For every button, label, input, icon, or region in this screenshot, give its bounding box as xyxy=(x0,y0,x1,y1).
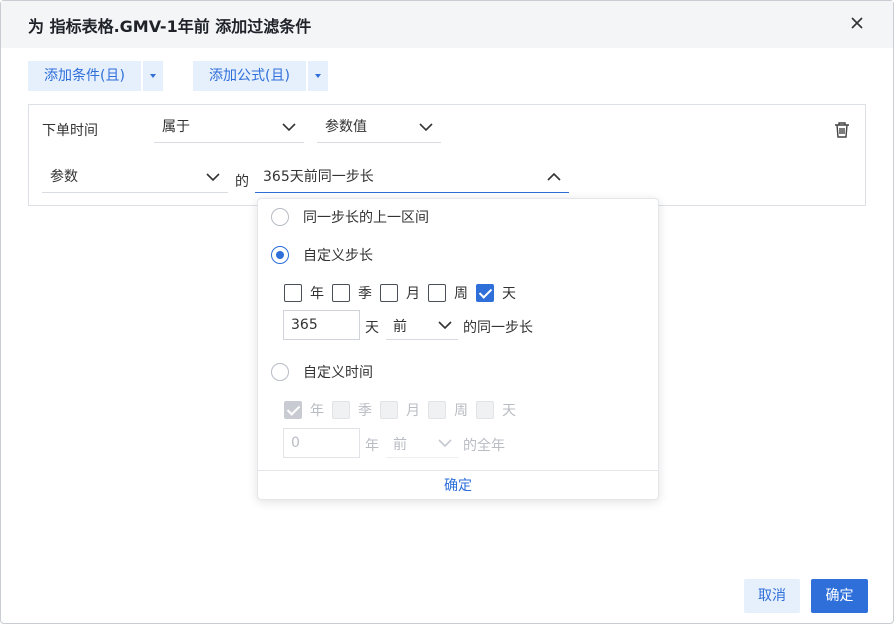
delete-icon[interactable] xyxy=(833,121,851,139)
radio-prev-interval[interactable]: 同一步长的上一区间 xyxy=(271,207,429,227)
param-select[interactable]: 参数 xyxy=(42,163,228,193)
step-unit-text: 天 xyxy=(365,320,379,336)
step-direction-select[interactable]: 前 xyxy=(386,310,458,340)
radio-label: 自定义步长 xyxy=(303,248,373,264)
add-condition-button[interactable]: 添加条件(且) xyxy=(28,61,141,91)
radio-label: 自定义时间 xyxy=(303,365,373,381)
checkbox-label: 年 xyxy=(310,403,324,419)
value-type-select[interactable]: 参数值 xyxy=(317,113,441,143)
step-suffix-text: 的同一步长 xyxy=(463,320,533,336)
checkbox-day[interactable] xyxy=(476,284,494,302)
checkbox-month-disabled xyxy=(380,401,398,419)
checkbox-year[interactable] xyxy=(284,284,302,302)
popup-confirm-button[interactable]: 确定 xyxy=(258,470,658,500)
operator-value: 属于 xyxy=(162,119,190,135)
chevron-down-icon xyxy=(438,321,452,330)
filter-dialog: 为 指标表格.GMV-1年前 添加过滤条件 添加条件(且) 添加公式(且) 下单… xyxy=(0,0,894,624)
add-condition-button-group: 添加条件(且) xyxy=(28,61,163,91)
checkbox-label: 周 xyxy=(454,403,468,419)
radio-button[interactable] xyxy=(271,363,289,381)
checkbox-label: 季 xyxy=(358,286,372,302)
step-value-input[interactable]: 365 xyxy=(283,310,360,340)
checkbox-month[interactable] xyxy=(380,284,398,302)
param-value-select[interactable]: 365天前同一步长 xyxy=(255,163,569,193)
checkbox-label: 月 xyxy=(406,286,420,302)
checkbox-label: 年 xyxy=(310,286,324,302)
radio-button[interactable] xyxy=(271,208,289,226)
time-direction-value: 前 xyxy=(393,437,407,453)
add-formula-button-group: 添加公式(且) xyxy=(193,61,328,91)
checkbox-week-disabled xyxy=(428,401,446,419)
checkbox-quarter-disabled xyxy=(332,401,350,419)
radio-custom-step[interactable]: 自定义步长 xyxy=(271,245,373,265)
chevron-up-icon xyxy=(547,172,561,181)
checkbox-week[interactable] xyxy=(428,284,446,302)
param-value-popup: 同一步长的上一区间 自定义步长 年 季 月 周 天 365 天 前 的同一步长 … xyxy=(257,198,659,500)
add-condition-dropdown-icon[interactable] xyxy=(142,61,163,91)
chevron-down-icon xyxy=(419,123,433,132)
time-value-input: 0 xyxy=(283,428,360,458)
param-select-value: 参数 xyxy=(50,169,78,185)
checkbox-label: 季 xyxy=(358,403,372,419)
checkbox-quarter[interactable] xyxy=(332,284,350,302)
checkbox-day-disabled xyxy=(476,401,494,419)
ok-button[interactable]: 确定 xyxy=(811,579,868,613)
checkbox-label: 天 xyxy=(502,403,516,419)
param-value: 365天前同一步长 xyxy=(263,169,374,185)
value-type-value: 参数值 xyxy=(325,119,367,135)
operator-select[interactable]: 属于 xyxy=(154,113,304,143)
radio-label: 同一步长的上一区间 xyxy=(303,210,429,226)
field-label: 下单时间 xyxy=(42,123,98,139)
time-unit-text: 年 xyxy=(365,438,379,454)
cancel-button[interactable]: 取消 xyxy=(744,579,800,613)
checkbox-label: 天 xyxy=(502,286,516,302)
of-text: 的 xyxy=(235,174,249,190)
radio-custom-time[interactable]: 自定义时间 xyxy=(271,362,373,382)
step-direction-value: 前 xyxy=(393,319,407,335)
time-unit-checkboxes: 年 季 月 周 天 xyxy=(284,400,524,420)
checkbox-label: 周 xyxy=(454,286,468,302)
time-direction-select: 前 xyxy=(386,428,458,458)
checkbox-year-disabled xyxy=(284,401,302,419)
dialog-header: 为 指标表格.GMV-1年前 添加过滤条件 xyxy=(1,1,893,48)
chevron-down-icon xyxy=(438,439,452,448)
time-suffix-text: 的全年 xyxy=(463,438,505,454)
chevron-down-icon xyxy=(282,123,296,132)
radio-button[interactable] xyxy=(271,246,289,264)
add-formula-button[interactable]: 添加公式(且) xyxy=(193,61,306,91)
step-unit-checkboxes: 年 季 月 周 天 xyxy=(284,283,524,303)
close-icon[interactable] xyxy=(847,13,867,33)
checkbox-label: 月 xyxy=(406,403,420,419)
dialog-title: 为 指标表格.GMV-1年前 添加过滤条件 xyxy=(28,17,312,36)
add-formula-dropdown-icon[interactable] xyxy=(307,61,328,91)
chevron-down-icon xyxy=(206,173,220,182)
